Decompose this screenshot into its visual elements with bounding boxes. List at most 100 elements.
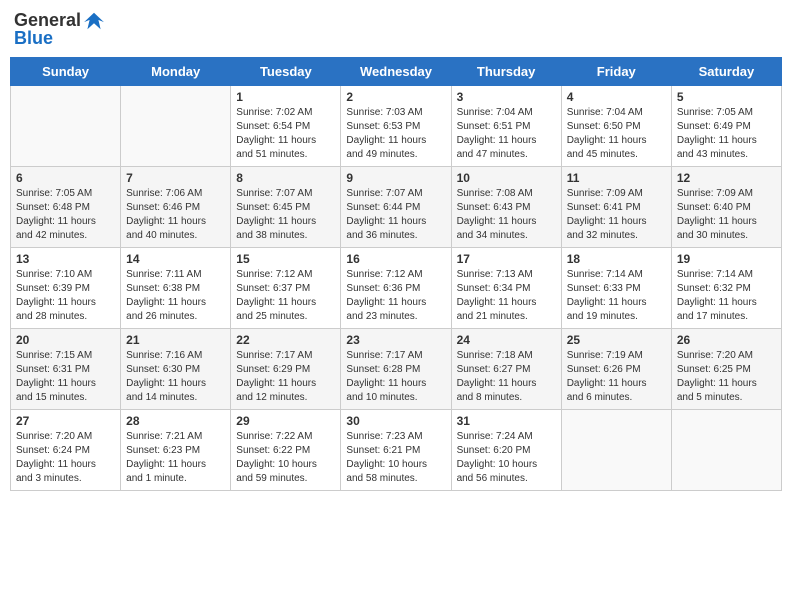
day-info: Sunrise: 7:15 AMSunset: 6:31 PMDaylight:… — [16, 349, 115, 405]
day-number: 16 — [346, 252, 445, 266]
logo-blue: Blue — [14, 28, 53, 48]
calendar-day-cell — [561, 410, 671, 491]
day-number: 14 — [126, 252, 225, 266]
calendar-day-cell: 5 Sunrise: 7:05 AMSunset: 6:49 PMDaylight… — [671, 86, 781, 167]
day-number: 18 — [567, 252, 666, 266]
day-info: Sunrise: 7:17 AMSunset: 6:29 PMDaylight:… — [236, 349, 335, 405]
day-info: Sunrise: 7:18 AMSunset: 6:27 PMDaylight:… — [457, 349, 556, 405]
calendar-day-cell: 27Sunrise: 7:20 AMSunset: 6:24 PMDayligh… — [11, 410, 121, 491]
day-number: 22 — [236, 333, 335, 347]
day-info: Sunrise: 7:04 AMSunset: 6:51 PMDaylight:… — [457, 106, 556, 162]
day-info: Sunrise: 7:20 AMSunset: 6:25 PMDaylight:… — [677, 349, 776, 405]
day-of-week-header: Friday — [561, 58, 671, 86]
day-info: Sunrise: 7:13 AMSunset: 6:34 PMDaylight:… — [457, 268, 556, 324]
calendar-day-cell — [121, 86, 231, 167]
day-of-week-header: Thursday — [451, 58, 561, 86]
calendar-day-cell: 14 Sunrise: 7:11 AMSunset: 6:38 PMDayligh… — [121, 248, 231, 329]
day-info: Sunrise: 7:16 AMSunset: 6:30 PMDaylight:… — [126, 349, 225, 405]
day-info: Sunrise: 7:17 AMSunset: 6:28 PMDaylight:… — [346, 349, 445, 405]
calendar-day-cell: 17 Sunrise: 7:13 AMSunset: 6:34 PMDayligh… — [451, 248, 561, 329]
day-number: 31 — [457, 414, 556, 428]
calendar-week-row: 1Sunrise: 7:02 AMSunset: 6:54 PMDaylight… — [11, 86, 782, 167]
day-info: Sunrise: 7:05 AMSunset: 6:48 PMDaylight:… — [16, 187, 115, 243]
logo: General Blue — [14, 10, 105, 49]
day-info: Sunrise: 7:09 AMSunset: 6:40 PMDaylight:… — [677, 187, 776, 243]
day-info: Sunrise: 7:08 AMSunset: 6:43 PMDaylight:… — [457, 187, 556, 243]
calendar-day-cell: 31 Sunrise: 7:24 AMSunset: 6:20 PMDayligh… — [451, 410, 561, 491]
day-number: 2 — [346, 90, 445, 104]
day-number: 6 — [16, 171, 115, 185]
day-info: Sunrise: 7:06 AMSunset: 6:46 PMDaylight:… — [126, 187, 225, 243]
day-number: 26 — [677, 333, 776, 347]
calendar-day-cell: 4 Sunrise: 7:04 AMSunset: 6:50 PMDaylight… — [561, 86, 671, 167]
day-info: Sunrise: 7:02 AMSunset: 6:54 PMDaylight:… — [236, 106, 335, 162]
day-number: 17 — [457, 252, 556, 266]
day-info: Sunrise: 7:14 AMSunset: 6:33 PMDaylight:… — [567, 268, 666, 324]
day-number: 5 — [677, 90, 776, 104]
calendar-week-row: 13 Sunrise: 7:10 AMSunset: 6:39 PMDayligh… — [11, 248, 782, 329]
calendar-header-row: SundayMondayTuesdayWednesdayThursdayFrid… — [11, 58, 782, 86]
calendar-day-cell — [11, 86, 121, 167]
day-number: 21 — [126, 333, 225, 347]
day-info: Sunrise: 7:10 AMSunset: 6:39 PMDaylight:… — [16, 268, 115, 324]
day-info: Sunrise: 7:07 AMSunset: 6:45 PMDaylight:… — [236, 187, 335, 243]
day-info: Sunrise: 7:04 AMSunset: 6:50 PMDaylight:… — [567, 106, 666, 162]
calendar-day-cell: 2Sunrise: 7:03 AMSunset: 6:53 PMDaylight… — [341, 86, 451, 167]
calendar-day-cell: 18 Sunrise: 7:14 AMSunset: 6:33 PMDayligh… — [561, 248, 671, 329]
calendar-day-cell: 7 Sunrise: 7:06 AMSunset: 6:46 PMDaylight… — [121, 167, 231, 248]
calendar-day-cell — [671, 410, 781, 491]
day-info: Sunrise: 7:22 AMSunset: 6:22 PMDaylight:… — [236, 430, 335, 486]
day-number: 4 — [567, 90, 666, 104]
calendar-day-cell: 25 Sunrise: 7:19 AMSunset: 6:26 PMDayligh… — [561, 329, 671, 410]
day-info: Sunrise: 7:12 AMSunset: 6:37 PMDaylight:… — [236, 268, 335, 324]
calendar-day-cell: 19Sunrise: 7:14 AMSunset: 6:32 PMDayligh… — [671, 248, 781, 329]
day-info: Sunrise: 7:19 AMSunset: 6:26 PMDaylight:… — [567, 349, 666, 405]
calendar-week-row: 27Sunrise: 7:20 AMSunset: 6:24 PMDayligh… — [11, 410, 782, 491]
day-of-week-header: Wednesday — [341, 58, 451, 86]
day-number: 7 — [126, 171, 225, 185]
day-number: 9 — [346, 171, 445, 185]
day-of-week-header: Saturday — [671, 58, 781, 86]
page-header: General Blue — [10, 10, 782, 49]
calendar-day-cell: 10 Sunrise: 7:08 AMSunset: 6:43 PMDayligh… — [451, 167, 561, 248]
day-number: 24 — [457, 333, 556, 347]
day-number: 3 — [457, 90, 556, 104]
day-number: 29 — [236, 414, 335, 428]
calendar-day-cell: 28 Sunrise: 7:21 AMSunset: 6:23 PMDayligh… — [121, 410, 231, 491]
calendar-day-cell: 26 Sunrise: 7:20 AMSunset: 6:25 PMDayligh… — [671, 329, 781, 410]
day-number: 23 — [346, 333, 445, 347]
day-number: 28 — [126, 414, 225, 428]
day-number: 11 — [567, 171, 666, 185]
day-info: Sunrise: 7:11 AMSunset: 6:38 PMDaylight:… — [126, 268, 225, 324]
calendar-week-row: 20 Sunrise: 7:15 AMSunset: 6:31 PMDayligh… — [11, 329, 782, 410]
day-info: Sunrise: 7:12 AMSunset: 6:36 PMDaylight:… — [346, 268, 445, 324]
calendar-day-cell: 30Sunrise: 7:23 AMSunset: 6:21 PMDayligh… — [341, 410, 451, 491]
day-number: 25 — [567, 333, 666, 347]
day-info: Sunrise: 7:14 AMSunset: 6:32 PMDaylight:… — [677, 268, 776, 324]
day-number: 12 — [677, 171, 776, 185]
logo-general: General — [14, 10, 81, 30]
calendar-day-cell: 29 Sunrise: 7:22 AMSunset: 6:22 PMDayligh… — [231, 410, 341, 491]
day-info: Sunrise: 7:23 AMSunset: 6:21 PMDaylight:… — [346, 430, 445, 486]
calendar-day-cell: 8Sunrise: 7:07 AMSunset: 6:45 PMDaylight… — [231, 167, 341, 248]
calendar-day-cell: 16 Sunrise: 7:12 AMSunset: 6:36 PMDayligh… — [341, 248, 451, 329]
day-info: Sunrise: 7:05 AMSunset: 6:49 PMDaylight:… — [677, 106, 776, 162]
calendar-day-cell: 20 Sunrise: 7:15 AMSunset: 6:31 PMDayligh… — [11, 329, 121, 410]
day-info: Sunrise: 7:09 AMSunset: 6:41 PMDaylight:… — [567, 187, 666, 243]
calendar-day-cell: 21 Sunrise: 7:16 AMSunset: 6:30 PMDayligh… — [121, 329, 231, 410]
day-of-week-header: Sunday — [11, 58, 121, 86]
calendar-day-cell: 23 Sunrise: 7:17 AMSunset: 6:28 PMDayligh… — [341, 329, 451, 410]
day-info: Sunrise: 7:21 AMSunset: 6:23 PMDaylight:… — [126, 430, 225, 486]
day-number: 27 — [16, 414, 115, 428]
day-of-week-header: Tuesday — [231, 58, 341, 86]
day-info: Sunrise: 7:07 AMSunset: 6:44 PMDaylight:… — [346, 187, 445, 243]
day-number: 10 — [457, 171, 556, 185]
day-number: 20 — [16, 333, 115, 347]
calendar-day-cell: 3 Sunrise: 7:04 AMSunset: 6:51 PMDaylight… — [451, 86, 561, 167]
calendar-day-cell: 6 Sunrise: 7:05 AMSunset: 6:48 PMDaylight… — [11, 167, 121, 248]
day-number: 13 — [16, 252, 115, 266]
calendar-day-cell: 15Sunrise: 7:12 AMSunset: 6:37 PMDayligh… — [231, 248, 341, 329]
logo-bird-icon — [83, 10, 105, 32]
day-info: Sunrise: 7:24 AMSunset: 6:20 PMDaylight:… — [457, 430, 556, 486]
calendar-day-cell: 1Sunrise: 7:02 AMSunset: 6:54 PMDaylight… — [231, 86, 341, 167]
